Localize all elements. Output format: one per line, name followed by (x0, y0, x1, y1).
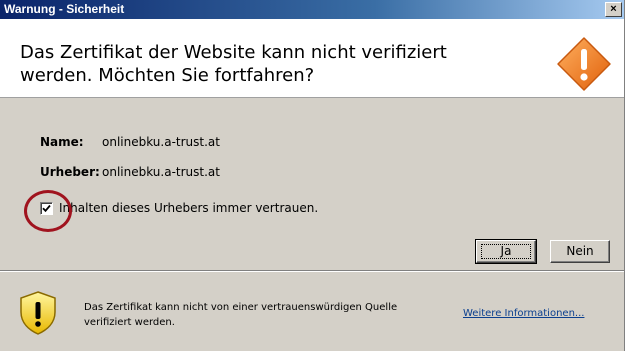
publisher-value: onlinebku.a-trust.at (102, 165, 220, 179)
yes-button-label: Ja (481, 244, 531, 259)
footer-separator (0, 270, 624, 272)
title-bar[interactable]: Warnung - Sicherheit × (0, 0, 624, 19)
security-warning-dialog: Warnung - Sicherheit × Das Zertifikat de… (0, 0, 625, 351)
yes-button[interactable]: Ja (475, 239, 537, 264)
window-title: Warnung - Sicherheit (4, 2, 125, 16)
more-info-link[interactable]: Weitere Informationen... (463, 308, 584, 319)
warning-shield-icon (20, 291, 56, 335)
highlight-circle-annotation (24, 190, 72, 232)
name-label: Name: (40, 135, 84, 149)
warning-headline: Das Zertifikat der Website kann nicht ve… (20, 42, 447, 86)
name-value: onlinebku.a-trust.at (102, 135, 220, 149)
no-button[interactable]: Nein (550, 240, 610, 263)
publisher-label: Urheber: (40, 165, 100, 179)
close-button[interactable]: × (605, 2, 622, 17)
dialog-header: Das Zertifikat der Website kann nicht ve… (0, 19, 624, 98)
warning-diamond-icon (557, 37, 611, 91)
footer-warning-text: Das Zertifikat kann nicht von einer vert… (84, 302, 398, 328)
trust-checkbox-label[interactable]: Inhalten dieses Urhebers immer vertrauen… (59, 201, 318, 215)
